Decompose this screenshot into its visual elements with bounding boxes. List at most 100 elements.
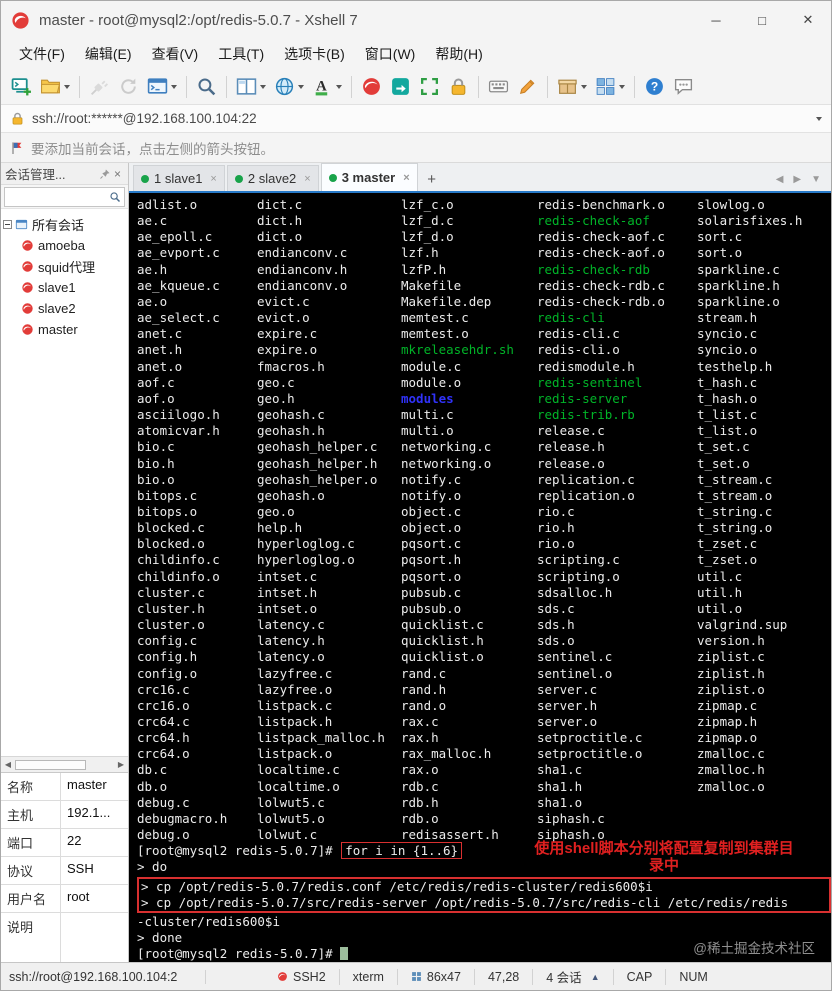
globe-button[interactable] — [271, 73, 307, 101]
tab-controls: ◀ ▶ ▼ — [776, 174, 831, 191]
property-value[interactable]: SSH — [61, 857, 128, 884]
property-value[interactable]: master — [61, 773, 128, 800]
file-name: module.c — [401, 358, 462, 374]
file-name: ziplist.o — [697, 681, 765, 697]
session-item-amoeba[interactable]: amoeba — [3, 235, 126, 256]
pencil-button[interactable] — [514, 73, 541, 101]
package-button[interactable] — [554, 73, 590, 101]
tab-2slave2[interactable]: 2 slave2 × — [226, 165, 319, 191]
menu-item[interactable]: 选项卡(B) — [274, 40, 355, 68]
tab-close-icon[interactable]: × — [304, 173, 310, 185]
file-name: dict.c — [257, 197, 303, 212]
split-pane-button[interactable] — [233, 73, 269, 101]
window-grid-icon — [595, 76, 616, 97]
file-name: crc64.c — [137, 714, 190, 729]
xftp-button[interactable] — [387, 73, 414, 101]
menu-item[interactable]: 窗口(W) — [355, 40, 426, 68]
file-name: localtime.o — [257, 778, 340, 794]
dropdown-caret-icon — [336, 84, 342, 89]
file-name: anet.c — [137, 326, 183, 342]
open-folder-icon — [40, 76, 61, 97]
minimize-button[interactable]: ─ — [693, 1, 739, 39]
session-item-squid[interactable]: squid代理 — [3, 256, 126, 277]
keyboard-button[interactable] — [485, 73, 512, 101]
file-name: rand.h — [401, 681, 447, 697]
chat-button[interactable] — [670, 73, 697, 101]
tab-3master[interactable]: 3 master × — [320, 163, 418, 191]
up-arrow-icon[interactable]: ▲ — [591, 972, 600, 982]
panel-close-icon[interactable]: × — [111, 167, 124, 181]
lock-button[interactable] — [445, 73, 472, 101]
pin-icon[interactable] — [99, 168, 111, 180]
fullscreen-button[interactable] — [416, 73, 443, 101]
font-button[interactable]: A — [309, 73, 345, 101]
session-item-slave2[interactable]: slave2 — [3, 298, 126, 319]
disconnect-button[interactable] — [86, 73, 113, 101]
file-name: testhelp.h — [697, 358, 773, 374]
title-bar[interactable]: master - root@mysql2:/opt/redis-5.0.7 - … — [1, 1, 831, 39]
help-button[interactable]: ? — [641, 73, 668, 101]
tab-label: 2 slave2 — [247, 171, 297, 186]
scrollbar-thumb[interactable] — [15, 759, 87, 770]
fullscreen-icon — [419, 76, 440, 97]
scroll-left-icon[interactable]: ◀ — [1, 760, 15, 769]
address-dropdown-icon[interactable] — [816, 116, 822, 121]
tab-close-icon[interactable]: × — [210, 173, 216, 185]
file-name: redis-check-rdb.o — [537, 293, 665, 309]
property-value[interactable]: 192.1... — [61, 801, 128, 828]
close-button[interactable]: ✕ — [785, 1, 831, 39]
file-name: debug.c — [137, 794, 190, 810]
terminal-screen[interactable]: adlist.o ae.c ae_epoll.c ae_evport.c ae.h ae_… — [129, 193, 831, 962]
tab-1slave1[interactable]: 1 slave1 × — [133, 165, 225, 191]
tab-menu-icon[interactable]: ▼ — [811, 174, 821, 185]
menu-item[interactable]: 编辑(E) — [75, 40, 142, 68]
window-grid-button[interactable] — [592, 73, 628, 101]
scrollbar-track[interactable] — [15, 759, 114, 771]
horizontal-scrollbar[interactable]: ◀ ▶ — [1, 756, 128, 772]
file-name: lazyfree.c — [257, 665, 333, 681]
open-folder-button[interactable] — [37, 73, 73, 101]
pencil-icon — [517, 76, 538, 97]
menu-item[interactable]: 帮助(H) — [425, 40, 492, 68]
session-search-input[interactable] — [4, 187, 125, 207]
file-name: crc64.o — [137, 746, 190, 762]
file-name: config.o — [137, 665, 198, 681]
property-value[interactable] — [61, 913, 128, 962]
file-name: pqsort.o — [401, 568, 462, 584]
file-name: intset.h — [257, 584, 318, 600]
maximize-button[interactable]: □ — [739, 1, 785, 39]
file-name: geohash.c — [257, 407, 325, 423]
address-bar[interactable]: ssh://root:******@192.168.100.104:22 — [1, 105, 831, 133]
tab-label: 3 master — [341, 170, 396, 185]
new-tab-button[interactable]: + — [421, 167, 443, 191]
file-name: fmacros.h — [257, 358, 325, 374]
session-item-master[interactable]: master — [3, 319, 126, 340]
session-item-slave1[interactable]: slave1 — [3, 277, 126, 298]
new-terminal-button[interactable] — [8, 73, 35, 101]
property-value[interactable]: root — [61, 885, 128, 912]
file-name: modules — [401, 390, 454, 406]
file-name: latency.o — [257, 649, 325, 665]
reconnect-button[interactable] — [115, 73, 142, 101]
tab-close-icon[interactable]: × — [403, 172, 409, 184]
tab-scroll-right-icon[interactable]: ▶ — [793, 174, 801, 185]
file-name: ae_kqueue.c — [137, 277, 220, 293]
scroll-right-icon[interactable]: ▶ — [114, 760, 128, 769]
tree-expander-icon[interactable] — [3, 220, 12, 229]
address-input[interactable]: ssh://root:******@192.168.100.104:22 — [32, 111, 813, 126]
dropdown-caret-icon — [581, 84, 587, 89]
search-button[interactable] — [193, 73, 220, 101]
all-sessions-node[interactable]: 所有会话 — [3, 214, 126, 235]
file-name: rax.h — [401, 730, 439, 746]
property-value[interactable]: 22 — [61, 829, 128, 856]
session-icon — [21, 260, 34, 273]
menu-item[interactable]: 文件(F) — [9, 40, 75, 68]
session-properties-table: 名称 master 主机 192.1... 端口 22 协议 SSH 用户名 root 说明 — [1, 772, 128, 962]
property-label: 主机 — [1, 801, 61, 828]
tab-scroll-left-icon[interactable]: ◀ — [776, 174, 784, 185]
menu-item[interactable]: 查看(V) — [142, 40, 209, 68]
terminal-window-button[interactable] — [144, 73, 180, 101]
shell-prompt: [root@mysql2 redis-5.0.7]# — [137, 843, 341, 859]
xagent-button[interactable] — [358, 73, 385, 101]
menu-item[interactable]: 工具(T) — [208, 40, 274, 68]
